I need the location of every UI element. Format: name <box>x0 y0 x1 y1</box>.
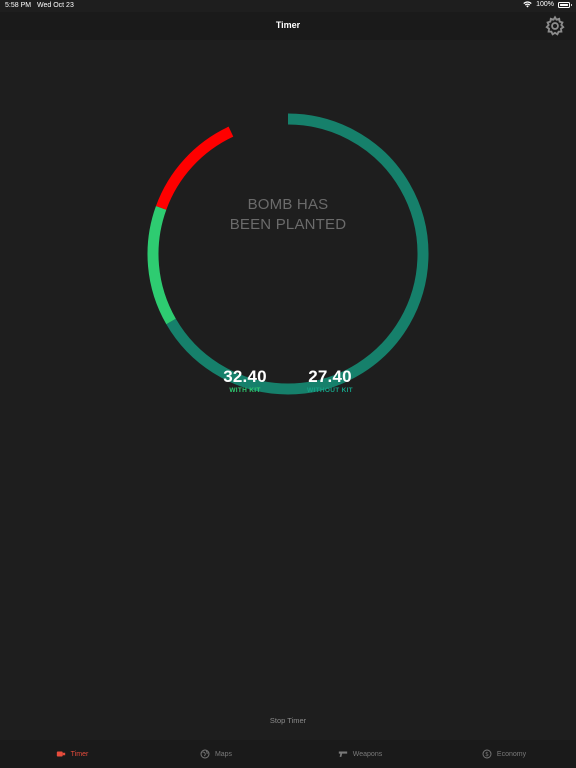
status-bar: 5:58 PM Wed Oct 23 100% <box>0 0 576 12</box>
status-time: 5:58 PM <box>5 2 32 9</box>
gear-icon <box>545 15 565 36</box>
dollar-icon: $ <box>482 749 492 759</box>
tab-bar: Timer Maps Weapons $ Economy <box>0 740 576 768</box>
bomb-icon <box>56 751 65 757</box>
without-kit-label: WITHOUT KIT <box>307 387 353 394</box>
timer-screen: BOMB HAS BEEN PLANTED 32.40 WITH KIT 27.… <box>0 40 576 740</box>
svg-text:$: $ <box>485 752 489 758</box>
bomb-status-text: BOMB HAS BEEN PLANTED <box>198 195 378 235</box>
ring-remaining-arc <box>166 113 429 395</box>
battery-icon <box>558 1 572 8</box>
status-indicators: 100% <box>523 1 572 8</box>
settings-button[interactable] <box>544 15 566 37</box>
with-kit-timer: 32.40 WITH KIT <box>210 367 280 395</box>
tab-maps[interactable]: Maps <box>144 740 288 768</box>
stop-timer-button[interactable]: Stop Timer <box>238 716 338 730</box>
tab-economy-label: Economy <box>496 750 527 758</box>
status-date: Wed Oct 23 <box>37 2 74 9</box>
globe-icon <box>200 749 210 759</box>
ring-with-kit-arc <box>147 205 176 325</box>
bomb-status-line-1: BOMB HAS <box>247 196 329 213</box>
tab-maps-label: Maps <box>214 750 233 758</box>
gun-icon <box>338 751 347 757</box>
with-kit-value: 32.40 <box>223 367 267 386</box>
page-title: Timer <box>275 20 301 30</box>
tab-economy[interactable]: $ Economy <box>432 740 576 768</box>
with-kit-label: WITH KIT <box>229 387 261 394</box>
navigation-bar: Timer <box>0 12 576 40</box>
tab-timer[interactable]: Timer <box>0 740 144 768</box>
battery-percent: 100% <box>536 1 554 8</box>
countdown-ring <box>147 113 429 395</box>
bomb-status-line-2: BEEN PLANTED <box>229 216 347 233</box>
without-kit-timer: 27.40 WITHOUT KIT <box>296 367 364 395</box>
tab-weapons-label: Weapons <box>352 750 383 758</box>
wifi-icon <box>523 1 532 8</box>
tab-timer-label: Timer <box>70 750 89 758</box>
tab-weapons[interactable]: Weapons <box>288 740 432 768</box>
without-kit-value: 27.40 <box>308 367 352 386</box>
